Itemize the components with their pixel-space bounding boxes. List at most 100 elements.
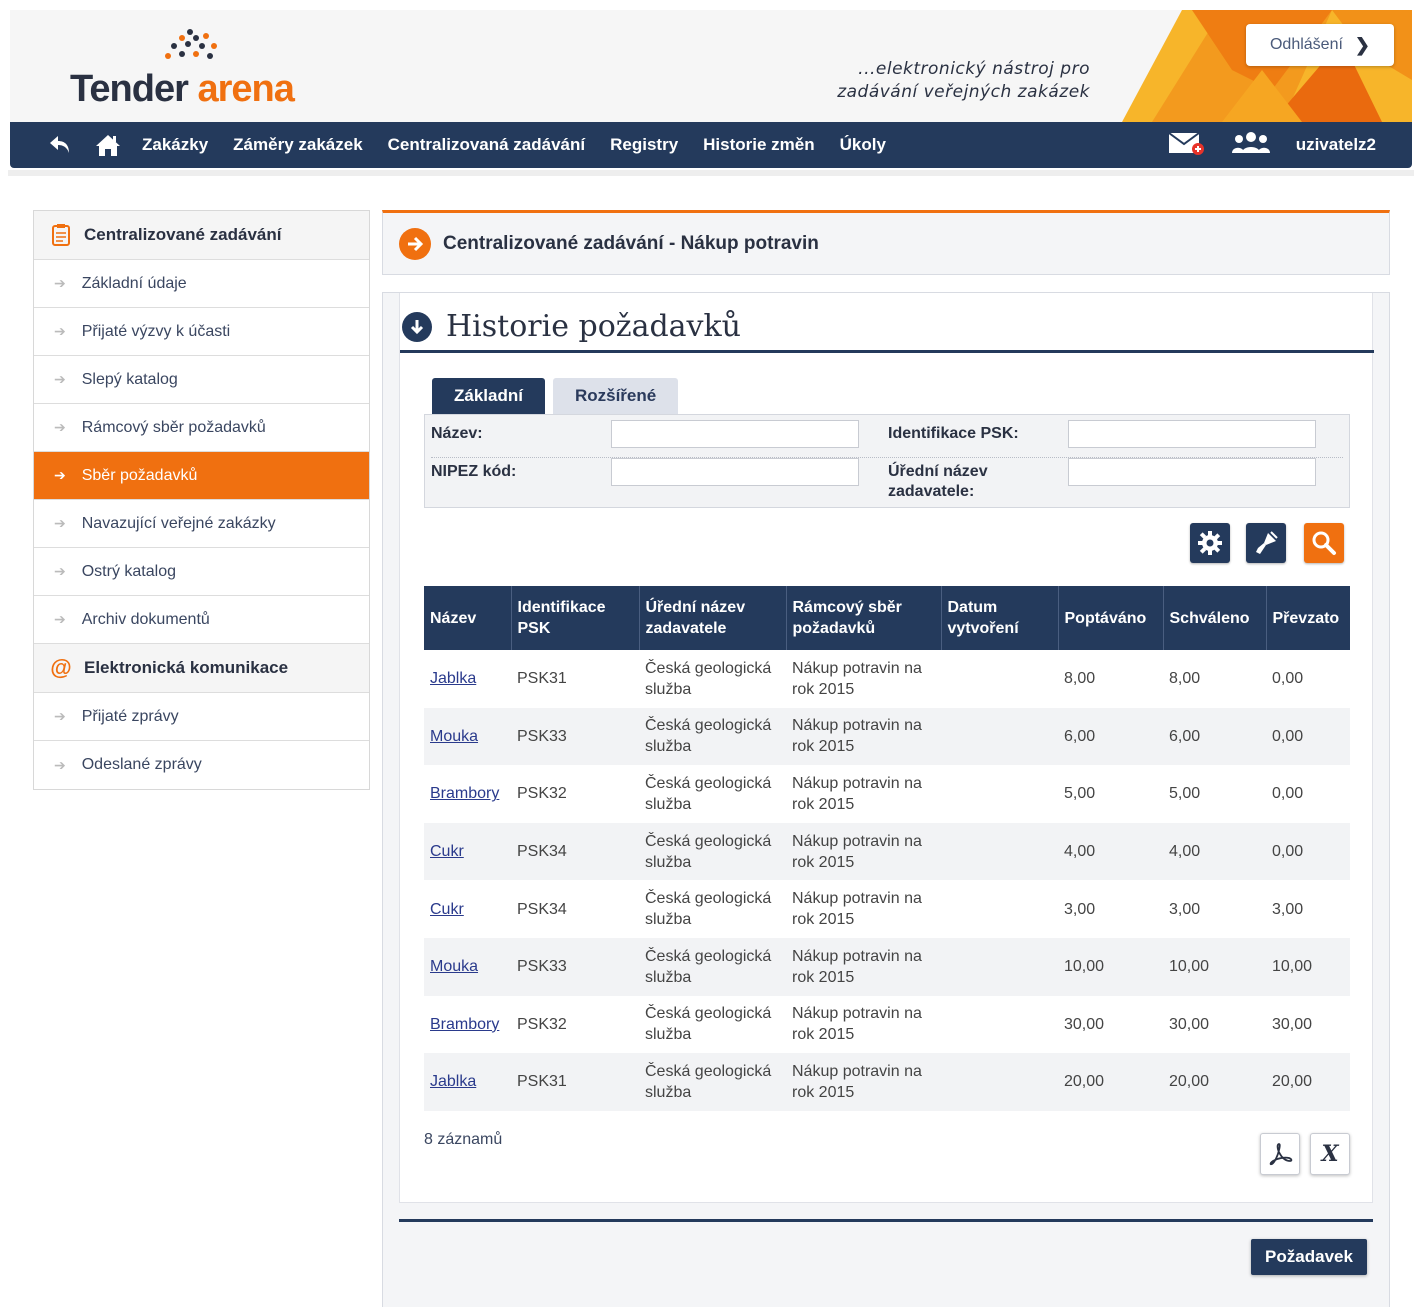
cell-text: Česká geologická [645, 947, 772, 965]
cell-schvaleno: 10,00 [1163, 937, 1266, 996]
cell-text: služba [645, 968, 692, 986]
cell-datum [941, 1053, 1058, 1111]
tab-rozsirene[interactable]: Rozšířené [552, 378, 679, 414]
tagline: ...elektronický nástroj pro zadávání veř… [790, 58, 1090, 104]
cell-psk: PSK33 [511, 937, 639, 996]
cell-prevzato: 0,00 [1266, 765, 1350, 823]
table-row: Brambory PSK32 Česká geologická služba Ná… [424, 765, 1350, 823]
nav-zamery-zakazek[interactable]: Záměry zakázek [233, 135, 362, 155]
item-link[interactable]: Brambory [430, 1016, 499, 1033]
sidebar-section-label: Centralizované zadávání [84, 225, 282, 244]
page-title-bar: Centralizované zadávání - Nákup potravin [382, 210, 1390, 275]
col-header-text: vytvoření [947, 620, 1019, 637]
sidebar-item-zakladni-udaje[interactable]: ➔ Základní údaje [34, 260, 369, 308]
col-header-nazev[interactable]: Název [424, 586, 511, 650]
sidebar-item-odeslane-zpravy[interactable]: ➔ Odeslané zprávy [34, 741, 369, 789]
users-icon[interactable] [1230, 131, 1272, 160]
table-row: Mouka PSK33 Česká geologická služba Nákup… [424, 707, 1350, 766]
col-header-ramcovy-sber[interactable]: Rámcový sběr požadavků [785, 586, 941, 650]
sidebar-item-ramcovy-sber[interactable]: ➔ Rámcový sběr požadavků [34, 404, 369, 452]
export-excel-button[interactable]: X [1310, 1133, 1350, 1175]
item-link[interactable]: Brambory [430, 785, 499, 802]
sidebar-item-slepy-katalog[interactable]: ➔ Slepý katalog [34, 356, 369, 404]
sidebar-item-label: Navazující veřejné zakázky [81, 514, 276, 532]
uredni-nazev-label-line2: zadavatele: [888, 483, 975, 500]
cell-datum [941, 765, 1058, 823]
cell-text: služba [645, 738, 692, 756]
cell-text: Nákup potravin na [792, 717, 922, 735]
cell-text: Česká geologická [645, 1062, 772, 1080]
search-button[interactable] [1304, 523, 1344, 563]
nav-ukoly[interactable]: Úkoly [840, 135, 886, 155]
sidebar-section-komunikace: @ Elektronická komunikace [34, 644, 369, 693]
col-header-prevzato[interactable]: Převzato [1265, 586, 1350, 650]
nazev-label: Název: [431, 425, 483, 442]
cell-zadavatel: Česká geologická služba [639, 707, 786, 766]
identifikace-psk-input[interactable] [1068, 420, 1316, 448]
arrow-right-icon: ➔ [54, 323, 66, 339]
item-link[interactable]: Cukr [430, 901, 464, 918]
page-title: Centralizované zadávání - Nákup potravin [443, 232, 819, 254]
nav-historie-zmen[interactable]: Historie změn [703, 135, 814, 155]
logo-text-arena: arena [197, 68, 294, 110]
main-panel: Historie požadavků Základní Rozšířené Ná… [382, 292, 1390, 1307]
cell-text: rok 2015 [792, 738, 855, 756]
sidebar-section-centralizovane: Centralizované zadávání [34, 211, 369, 260]
table-row: Cukr PSK34 Česká geologická služba Nákup … [424, 880, 1350, 938]
col-header-identifikace-psk[interactable]: Identifikace PSK [510, 586, 639, 650]
pozadavek-button[interactable]: Požadavek [1251, 1239, 1367, 1275]
navbar-shadow [8, 170, 1414, 176]
sidebar-item-sber-pozadavku[interactable]: ➔ Sběr požadavků [34, 452, 369, 500]
item-link[interactable]: Jablka [430, 670, 476, 687]
current-user[interactable]: uzivatelz2 [1296, 135, 1376, 155]
cell-text: služba [645, 680, 692, 698]
col-header-poptavano[interactable]: Poptáváno [1057, 586, 1163, 650]
export-pdf-button[interactable] [1260, 1133, 1300, 1175]
cell-nazev: Brambory [424, 765, 511, 823]
arrow-right-icon: ➔ [54, 708, 66, 724]
col-header-uredni-nazev[interactable]: Úřední název zadavatele [638, 586, 786, 650]
table-row: Brambory PSK32 Česká geologická služba Ná… [424, 995, 1350, 1054]
table-row: Jablka PSK31 Česká geologická služba Náku… [424, 650, 1350, 708]
uredni-nazev-input[interactable] [1068, 458, 1316, 486]
sidebar-item-label: Sběr požadavků [81, 466, 198, 484]
tab-zakladni[interactable]: Základní [432, 378, 545, 414]
item-link[interactable]: Mouka [430, 728, 478, 745]
cell-ramcovy-sber: Nákup potravin na rok 2015 [786, 1053, 941, 1111]
excel-icon: X [1321, 1141, 1339, 1167]
back-arrow-icon[interactable] [46, 131, 74, 159]
col-header-schvaleno[interactable]: Schváleno [1162, 586, 1266, 650]
sidebar-item-navazujici-zakazky[interactable]: ➔ Navazující veřejné zakázky [34, 500, 369, 548]
cell-ramcovy-sber: Nákup potravin na rok 2015 [786, 937, 941, 996]
item-link[interactable]: Cukr [430, 843, 464, 860]
col-header-datum-vytvoreni[interactable]: Datum vytvoření [940, 586, 1058, 650]
item-link[interactable]: Mouka [430, 958, 478, 975]
record-count: 8 záznamů [424, 1131, 503, 1148]
sidebar-item-prijate-zpravy[interactable]: ➔ Přijaté zprávy [34, 693, 369, 741]
nipez-input[interactable] [611, 458, 859, 486]
sidebar-item-prijate-vyzvy[interactable]: ➔ Přijaté výzvy k účasti [34, 308, 369, 356]
cell-zadavatel: Česká geologická služba [639, 765, 786, 823]
cell-text: služba [645, 853, 692, 871]
home-icon[interactable] [94, 131, 122, 159]
sidebar-item-ostry-katalog[interactable]: ➔ Ostrý katalog [34, 548, 369, 596]
logo-text-tender: Tender [70, 68, 189, 110]
arrow-right-icon: ➔ [54, 515, 66, 531]
nazev-input[interactable] [611, 420, 859, 448]
sidebar-item-archiv-dokumentu[interactable]: ➔ Archiv dokumentů [34, 596, 369, 644]
clear-filter-button[interactable] [1246, 523, 1286, 563]
cell-nazev: Brambory [424, 995, 511, 1054]
settings-button[interactable] [1190, 523, 1230, 563]
cell-text: rok 2015 [792, 911, 855, 929]
tender-arena-logo[interactable]: Tender arena [70, 28, 330, 118]
item-link[interactable]: Jablka [430, 1073, 476, 1090]
cell-text: rok 2015 [792, 680, 855, 698]
nav-centralizovana-zadavani[interactable]: Centralizovaná zadávání [388, 135, 585, 155]
nav-registry[interactable]: Registry [610, 135, 678, 155]
cell-text: Nákup potravin na [792, 659, 922, 677]
nav-zakazky[interactable]: Zakázky [142, 135, 208, 155]
logout-button[interactable]: Odhlášení ❯ [1246, 24, 1394, 66]
mail-icon[interactable] [1168, 130, 1206, 161]
col-header-text: Identifikace [517, 599, 606, 616]
arrow-right-icon: ➔ [54, 756, 66, 773]
